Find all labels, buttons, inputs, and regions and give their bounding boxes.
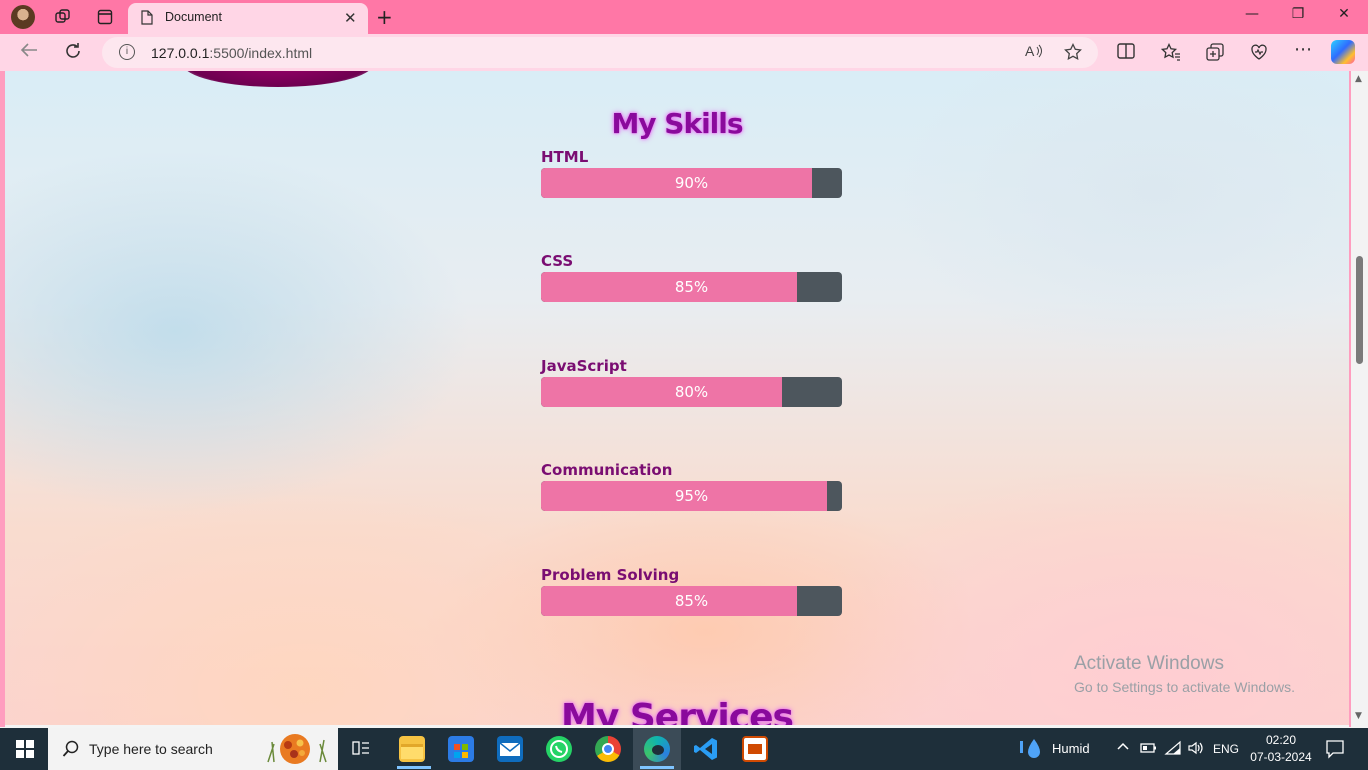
skill-percent-label: 85% [674, 278, 709, 296]
favorites-icon[interactable] [1160, 42, 1181, 65]
skill-name: CSS [541, 252, 574, 270]
reload-icon[interactable] [64, 42, 82, 65]
favorite-star-icon[interactable] [1064, 42, 1082, 65]
watermark-line2: Go to Settings to activate Windows. [1074, 679, 1295, 695]
workspaces-icon[interactable] [52, 6, 74, 28]
skill-progress-bar: 95% [541, 481, 842, 511]
skill-progress-bar: 85% [541, 272, 842, 302]
address-bar[interactable]: i 127.0.0.1:5500/index.html A [102, 37, 1098, 68]
tab-title: Document [165, 10, 222, 24]
search-icon [62, 740, 80, 762]
url-path: :5500/index.html [209, 45, 313, 61]
presentation-app-icon[interactable] [742, 736, 768, 762]
document-icon [141, 10, 153, 29]
browser-essentials-icon[interactable] [1250, 43, 1268, 65]
skill-communication: Communication 95% [541, 461, 842, 511]
read-aloud-icon[interactable]: A [1025, 43, 1043, 63]
file-explorer-icon[interactable] [399, 736, 425, 762]
clock-time: 02:20 [1265, 733, 1297, 747]
watermark-line1: Activate Windows [1074, 653, 1224, 674]
active-app-indicator [397, 766, 431, 769]
skill-name: JavaScript [541, 357, 627, 375]
skill-percent-label: 80% [674, 383, 709, 401]
battery-icon[interactable] [1140, 742, 1158, 757]
copilot-icon[interactable] [1331, 40, 1355, 64]
input-language[interactable]: ENG [1213, 742, 1239, 756]
microsoft-store-icon[interactable] [448, 736, 474, 762]
taskbar-search-box[interactable]: Type here to search [48, 728, 338, 770]
skill-percent-label: 90% [674, 174, 709, 192]
task-view-icon[interactable] [352, 740, 370, 759]
scroll-down-arrow-icon[interactable]: ▼ [1355, 711, 1362, 721]
weather-text[interactable]: Humid [1052, 741, 1090, 756]
whatsapp-icon[interactable] [546, 736, 572, 762]
volume-icon[interactable] [1187, 740, 1205, 759]
windows-start-icon[interactable] [16, 740, 34, 758]
tab-close-icon[interactable]: ✕ [344, 9, 357, 27]
vscode-icon[interactable] [693, 736, 719, 762]
tab-document[interactable]: Document ✕ [128, 3, 368, 34]
notifications-icon[interactable] [1325, 739, 1345, 762]
skill-name: HTML [541, 148, 589, 166]
taskbar-clock[interactable]: 02:20 07-03-2024 [1250, 732, 1312, 766]
url-text[interactable]: 127.0.0.1:5500/index.html [151, 45, 312, 61]
show-hidden-icons-icon[interactable] [1116, 739, 1130, 756]
restore-icon[interactable]: ❐ [1283, 6, 1313, 22]
wifi-icon[interactable] [1164, 740, 1182, 759]
skill-javascript: JavaScript 80% [541, 357, 842, 407]
skill-problem-solving: Problem Solving 85% [541, 566, 842, 616]
new-tab-icon[interactable]: + [376, 5, 393, 29]
profile-image-edge [183, 71, 373, 87]
more-options-icon[interactable]: ⋯ [1294, 39, 1312, 60]
edge-icon[interactable] [644, 736, 670, 762]
back-arrow-icon[interactable] [20, 42, 38, 63]
skill-percent-label: 85% [674, 592, 709, 610]
skill-name: Problem Solving [541, 566, 680, 584]
search-placeholder: Type here to search [89, 741, 213, 757]
site-info-icon[interactable]: i [119, 44, 135, 60]
minimize-icon[interactable]: — [1237, 6, 1267, 22]
search-highlight-icon [267, 734, 327, 764]
page-viewport: My Skills HTML 90% CSS 85% JavaScript 80… [5, 71, 1349, 725]
skill-name: Communication [541, 461, 673, 479]
skill-progress-bar: 90% [541, 168, 842, 198]
activate-windows-watermark: Activate Windows Go to Settings to activ… [1074, 653, 1295, 695]
chrome-icon[interactable] [595, 736, 621, 762]
browser-tab-bar: Document ✕ + — ❐ ✕ [0, 0, 1368, 34]
collections-icon[interactable] [1206, 43, 1224, 65]
skill-percent-label: 95% [674, 487, 709, 505]
services-heading: My Services [561, 697, 794, 725]
skill-css: CSS 85% [541, 252, 842, 302]
windows-taskbar: Type here to search Humid ENG 02:20 07-0… [0, 728, 1368, 770]
split-screen-icon[interactable] [1117, 43, 1135, 63]
profile-avatar-icon[interactable] [11, 5, 35, 29]
skill-html: HTML 90% [541, 148, 842, 198]
weather-icon[interactable] [1018, 737, 1046, 764]
skill-progress-bar: 80% [541, 377, 842, 407]
page-scrollbar[interactable]: ▲ ▼ [1351, 71, 1368, 727]
url-host: 127.0.0.1 [151, 45, 210, 61]
skill-progress-bar: 85% [541, 586, 842, 616]
skills-heading: My Skills [611, 107, 743, 140]
browser-toolbar: i 127.0.0.1:5500/index.html A ⋯ [0, 34, 1368, 71]
svg-text:A: A [1025, 43, 1035, 59]
mail-icon[interactable] [497, 736, 523, 762]
scroll-up-arrow-icon[interactable]: ▲ [1355, 74, 1362, 84]
clock-date: 07-03-2024 [1250, 750, 1312, 764]
active-app-indicator [640, 766, 674, 769]
close-window-icon[interactable]: ✕ [1329, 6, 1359, 22]
scrollbar-thumb[interactable] [1356, 256, 1363, 364]
tab-actions-icon[interactable] [94, 6, 116, 28]
